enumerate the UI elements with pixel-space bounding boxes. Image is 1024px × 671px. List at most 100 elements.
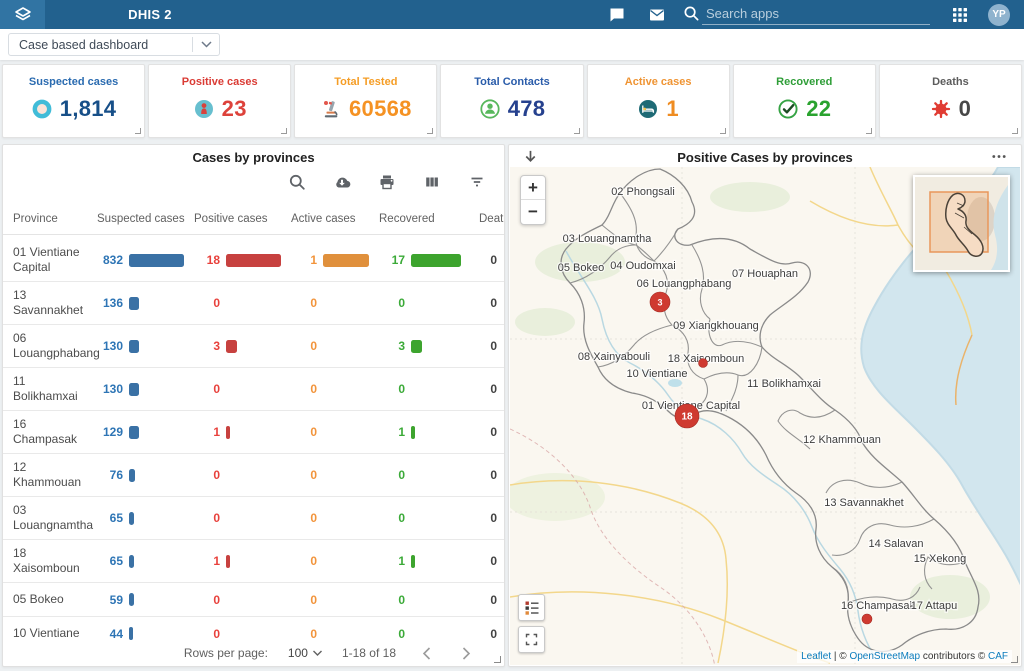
positive-cell: 0 bbox=[184, 511, 281, 525]
province-label: 03 Louangnamtha bbox=[563, 233, 653, 245]
col-header-positive[interactable]: Positive cases bbox=[184, 213, 281, 225]
filter-icon[interactable] bbox=[468, 173, 486, 191]
table-row: 05 Bokeo590000 bbox=[3, 583, 505, 617]
pagination-range: 1-18 of 18 bbox=[342, 646, 396, 660]
chevron-down-icon[interactable] bbox=[193, 41, 219, 48]
active-cell: 0 bbox=[281, 382, 369, 396]
columns-icon[interactable] bbox=[423, 173, 441, 191]
positive-person-icon bbox=[193, 98, 215, 120]
suspected-cell: 59 bbox=[87, 593, 184, 607]
more-options-icon[interactable] bbox=[990, 148, 1008, 165]
card-title: Active cases bbox=[588, 76, 729, 88]
card-resize-handle[interactable] bbox=[281, 128, 287, 134]
province-cell: 12 Khammouan bbox=[3, 454, 87, 496]
card-resize-handle[interactable] bbox=[866, 128, 872, 134]
zoom-in-button[interactable]: + bbox=[521, 176, 545, 200]
suspected-cell: 76 bbox=[87, 468, 184, 482]
card-value: 23 bbox=[222, 96, 247, 122]
panel-resize-handle[interactable] bbox=[1011, 656, 1018, 663]
col-header-province[interactable]: Province bbox=[3, 213, 87, 225]
card-title: Positive cases bbox=[149, 76, 290, 88]
deaths-value: 0 bbox=[461, 593, 505, 607]
leaflet-map[interactable]: 02 Phongsali03 Louangnamtha05 Bokeo04 Ou… bbox=[510, 167, 1020, 665]
caf-link[interactable]: CAF bbox=[988, 651, 1008, 662]
card-title: Deaths bbox=[880, 76, 1021, 88]
active-bar bbox=[323, 254, 369, 267]
positive-value: 0 bbox=[194, 296, 220, 310]
rows-per-page-select[interactable]: 100 bbox=[288, 646, 322, 660]
deaths-value: 0 bbox=[461, 296, 505, 310]
province-cell: 16 Champasak bbox=[3, 411, 87, 453]
table-footer: Rows per page: 100 1-18 of 18 bbox=[3, 640, 505, 666]
positive-value: 18 bbox=[194, 253, 220, 267]
top-bar: DHIS 2 YP bbox=[0, 0, 1024, 29]
openstreetmap-link[interactable]: OpenStreetMap bbox=[849, 651, 920, 662]
province-cell: 10 Vientiane bbox=[3, 620, 87, 640]
suspected-ring-icon bbox=[31, 98, 53, 120]
search-icon[interactable] bbox=[288, 173, 306, 191]
suspected-cell: 130 bbox=[87, 339, 184, 353]
map-zoom-control: + − bbox=[520, 175, 546, 225]
table-body: 01 Vientiane Capital83218117013 Savannak… bbox=[3, 239, 505, 640]
panel-resize-handle[interactable] bbox=[494, 656, 501, 663]
map-inset-overview[interactable] bbox=[913, 175, 1010, 272]
recovered-value: 0 bbox=[379, 593, 405, 607]
search-input[interactable] bbox=[702, 4, 930, 25]
print-icon[interactable] bbox=[378, 173, 396, 191]
search-icon[interactable] bbox=[683, 5, 700, 22]
dashboard-selector[interactable]: Case based dashboard bbox=[8, 33, 220, 56]
download-arrow-icon[interactable] bbox=[522, 148, 539, 165]
mail-icon[interactable] bbox=[648, 6, 666, 24]
hospital-bed-icon bbox=[637, 98, 659, 120]
zoom-out-button[interactable]: − bbox=[521, 200, 545, 224]
province-cell: 11 Bolikhamxai bbox=[3, 368, 87, 410]
card-resize-handle[interactable] bbox=[720, 128, 726, 134]
leaflet-link[interactable]: Leaflet bbox=[801, 651, 831, 662]
province-cell: 05 Bokeo bbox=[3, 586, 87, 613]
legend-list-icon bbox=[524, 600, 540, 616]
suspected-value: 65 bbox=[97, 511, 123, 525]
suspected-cell: 65 bbox=[87, 554, 184, 568]
case-marker[interactable]: 18 bbox=[675, 404, 699, 428]
table-row: 01 Vientiane Capital832181170 bbox=[3, 239, 505, 282]
apps-grid-icon[interactable] bbox=[951, 6, 969, 24]
suspected-bar bbox=[129, 512, 134, 525]
user-avatar[interactable]: YP bbox=[988, 4, 1010, 26]
active-value: 0 bbox=[291, 627, 317, 641]
contact-person-icon bbox=[479, 98, 501, 120]
province-label: 16 Champasak bbox=[841, 600, 915, 612]
suspected-bar bbox=[129, 426, 139, 439]
province-label: 02 Phongsali bbox=[611, 186, 675, 198]
suspected-cell: 129 bbox=[87, 425, 184, 439]
deaths-value: 0 bbox=[461, 382, 505, 396]
card-resize-handle[interactable] bbox=[574, 128, 580, 134]
previous-page-button[interactable] bbox=[416, 643, 436, 663]
download-cloud-icon[interactable] bbox=[333, 173, 351, 191]
col-header-suspected[interactable]: Suspected cases bbox=[87, 213, 184, 225]
case-marker[interactable] bbox=[699, 359, 708, 368]
positive-cell: 0 bbox=[184, 593, 281, 607]
case-marker[interactable] bbox=[862, 614, 872, 624]
col-header-deaths[interactable]: Deaths bbox=[461, 213, 505, 225]
card-resize-handle[interactable] bbox=[1012, 128, 1018, 134]
card-total-contacts: Total Contacts 478 bbox=[440, 64, 583, 138]
card-resize-handle[interactable] bbox=[427, 128, 433, 134]
positive-cell: 3 bbox=[184, 339, 281, 353]
dhis2-logo[interactable] bbox=[0, 0, 45, 29]
map-fullscreen-button[interactable] bbox=[518, 626, 545, 653]
recovered-value: 0 bbox=[379, 296, 405, 310]
province-cell: 03 Louangnamtha bbox=[3, 497, 87, 539]
suspected-bar bbox=[129, 593, 134, 606]
next-page-button[interactable] bbox=[456, 643, 476, 663]
map-legend-button[interactable] bbox=[518, 594, 545, 621]
recovered-bar bbox=[411, 426, 415, 439]
positive-cell: 1 bbox=[184, 554, 281, 568]
col-header-active[interactable]: Active cases bbox=[281, 213, 369, 225]
col-header-recovered[interactable]: Recovered bbox=[369, 213, 461, 225]
dhis2-dashboard-page: { "topbar": { "app_title": "DHIS 2", "se… bbox=[0, 0, 1024, 671]
card-resize-handle[interactable] bbox=[135, 128, 141, 134]
map-attribution: Leaflet | © OpenStreetMap contributors ©… bbox=[797, 650, 1012, 663]
active-value: 1 bbox=[291, 253, 317, 267]
messages-icon[interactable] bbox=[608, 6, 626, 24]
case-marker[interactable]: 3 bbox=[650, 292, 670, 312]
